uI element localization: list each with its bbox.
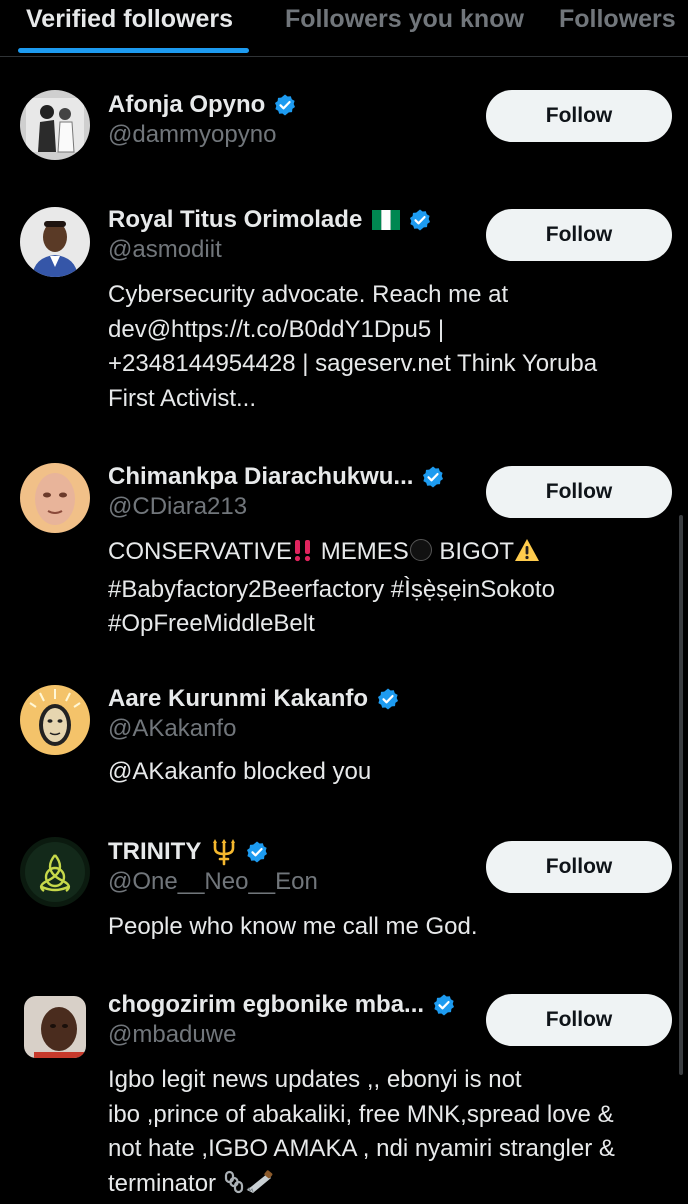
bio-line: #OpFreeMiddleBelt: [108, 607, 678, 642]
avatar[interactable]: [20, 207, 90, 277]
user-handle: @asmodiit: [108, 236, 222, 264]
avatar[interactable]: [20, 837, 90, 907]
bio-line: First Activist...: [108, 382, 678, 417]
user-name[interactable]: Chimankpa Diarachukwu...: [108, 460, 445, 494]
chains-icon: [223, 1170, 245, 1204]
follow-button[interactable]: Follow: [486, 466, 672, 518]
bio-line: Igbo legit news updates ,, ebonyi is not: [108, 1063, 678, 1098]
user-handle: @mbaduwe: [108, 1021, 236, 1049]
avatar[interactable]: [20, 90, 90, 160]
double-exclamation-icon: [292, 538, 314, 573]
tab-followers[interactable]: Followers: [559, 5, 676, 34]
user-handle: @dammyopyno: [108, 121, 276, 149]
bio-line: terminator: [108, 1167, 678, 1204]
user-handle: @One__Neo__Eon: [108, 868, 318, 896]
user-name[interactable]: Aare Kurunmi Kakanfo: [108, 682, 400, 716]
bio-text: MEMES: [314, 538, 409, 565]
user-handle: @CDiara213: [108, 493, 247, 521]
saw-icon: [245, 1170, 273, 1204]
avatar[interactable]: [20, 685, 90, 755]
follow-button[interactable]: Follow: [486, 841, 672, 893]
user-name-text[interactable]: Chimankpa Diarachukwu...: [108, 463, 413, 491]
verified-badge-icon: [421, 465, 445, 489]
bio-line: not hate ,IGBO AMAKA , ndi nyamiri stran…: [108, 1132, 678, 1167]
user-name-text[interactable]: Aare Kurunmi Kakanfo: [108, 685, 368, 713]
tab-followers-you-know[interactable]: Followers you know: [285, 5, 524, 34]
bio-line: CONSERVATIVE MEMES BIGOT: [108, 535, 678, 573]
user-handle: @AKakanfo: [108, 715, 236, 743]
user-bio: Igbo legit news updates ,, ebonyi is not…: [108, 1063, 678, 1204]
user-name-text[interactable]: chogozirim egbonike mba...: [108, 991, 424, 1019]
user-name-text[interactable]: Afonja Opyno: [108, 91, 265, 119]
nigeria-flag-icon: [372, 210, 400, 230]
avatar[interactable]: [24, 996, 86, 1058]
user-name[interactable]: Royal Titus Orimolade: [108, 203, 432, 237]
black-circle-icon: [409, 538, 433, 573]
user-name[interactable]: TRINITY: [108, 835, 269, 869]
bio-line: People who know me call me God.: [108, 910, 678, 945]
bio-line: Cybersecurity advocate. Reach me at: [108, 278, 678, 313]
verified-badge-icon: [432, 993, 456, 1017]
warning-icon: [514, 538, 540, 573]
scrollbar[interactable]: [679, 515, 683, 1075]
bio-line: dev@https://t.co/B0ddY1Dpu5 |: [108, 313, 678, 348]
bio-line: #Babyfactory2Beerfactory #Ìṣẹ̀ṣẹinSokoto: [108, 573, 678, 608]
verified-badge-icon: [245, 840, 269, 864]
avatar[interactable]: [20, 463, 90, 533]
user-bio: Cybersecurity advocate. Reach me at dev@…: [108, 278, 678, 416]
bio-line: +2348144954428 | sageserv.net Think Yoru…: [108, 347, 678, 382]
bio-line: ibo ,prince of abakaliki, free MNK,sprea…: [108, 1098, 678, 1133]
verified-badge-icon: [408, 208, 432, 232]
user-bio: CONSERVATIVE MEMES BIGOT #Babyfactory2Be…: [108, 535, 678, 642]
user-name[interactable]: chogozirim egbonike mba...: [108, 988, 456, 1022]
user-bio: @AKakanfo blocked you: [108, 755, 678, 790]
bio-text: BIGOT: [433, 538, 514, 565]
trident-icon: [211, 838, 237, 866]
blocked-notice: @AKakanfo blocked you: [108, 755, 678, 790]
verified-badge-icon: [273, 93, 297, 117]
bio-text: CONSERVATIVE: [108, 538, 292, 565]
active-tab-indicator: [18, 48, 249, 53]
follow-button[interactable]: Follow: [486, 90, 672, 142]
user-name[interactable]: Afonja Opyno: [108, 88, 297, 122]
verified-badge-icon: [376, 687, 400, 711]
user-bio: People who know me call me God.: [108, 910, 678, 945]
follow-button[interactable]: Follow: [486, 994, 672, 1046]
follow-button[interactable]: Follow: [486, 209, 672, 261]
followers-tabs: Verified followers Followers you know Fo…: [0, 0, 688, 57]
tab-verified-followers[interactable]: Verified followers: [26, 5, 233, 34]
user-name-text[interactable]: TRINITY: [108, 838, 201, 866]
user-name-text[interactable]: Royal Titus Orimolade: [108, 206, 362, 234]
bio-text: terminator: [108, 1170, 216, 1197]
